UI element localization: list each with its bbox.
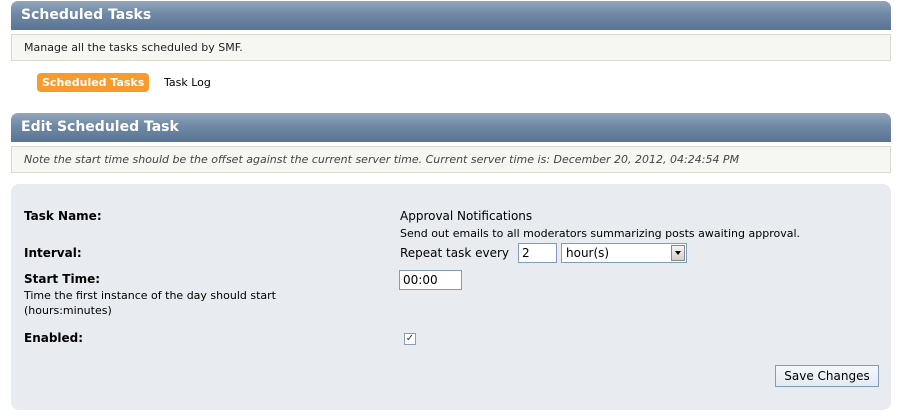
start-time-label: Start Time: [24,272,101,286]
task-name-label: Task Name: [24,209,102,223]
intro-box: Manage all the tasks scheduled by SMF. [11,34,891,61]
tab-task-log[interactable]: Task Log [164,73,211,92]
task-description: Send out emails to all moderators summar… [400,227,801,240]
interval-unit-select[interactable]: hour(s) [561,243,687,263]
interval-value-input[interactable] [518,243,557,263]
edit-task-title: Edit Scheduled Task [21,119,179,135]
edit-task-form: Task Name: Approval Notifications Send o… [11,184,891,410]
edit-task-header: Edit Scheduled Task [11,113,891,142]
start-time-input[interactable] [399,270,462,290]
server-time-note-text: Note the start time should be the offset… [24,153,740,166]
chevron-down-icon[interactable] [671,245,685,261]
enabled-label: Enabled: [24,331,84,345]
scheduled-tasks-title: Scheduled Tasks [21,7,152,23]
intro-text: Manage all the tasks scheduled by SMF. [24,41,243,54]
start-time-help: Time the first instance of the day shoul… [24,289,276,317]
enabled-checkbox[interactable]: ✓ [404,333,416,345]
interval-prefix: Repeat task every [400,246,510,260]
task-name-value: Approval Notifications [400,209,533,223]
server-time-note: Note the start time should be the offset… [11,146,891,173]
checkmark-icon: ✓ [405,333,415,344]
scheduled-tasks-header: Scheduled Tasks [11,1,891,30]
interval-unit-value: hour(s) [566,246,610,260]
tab-scheduled-tasks[interactable]: Scheduled Tasks [37,73,150,92]
save-changes-button[interactable]: Save Changes [775,365,879,387]
interval-label: Interval: [24,246,82,260]
